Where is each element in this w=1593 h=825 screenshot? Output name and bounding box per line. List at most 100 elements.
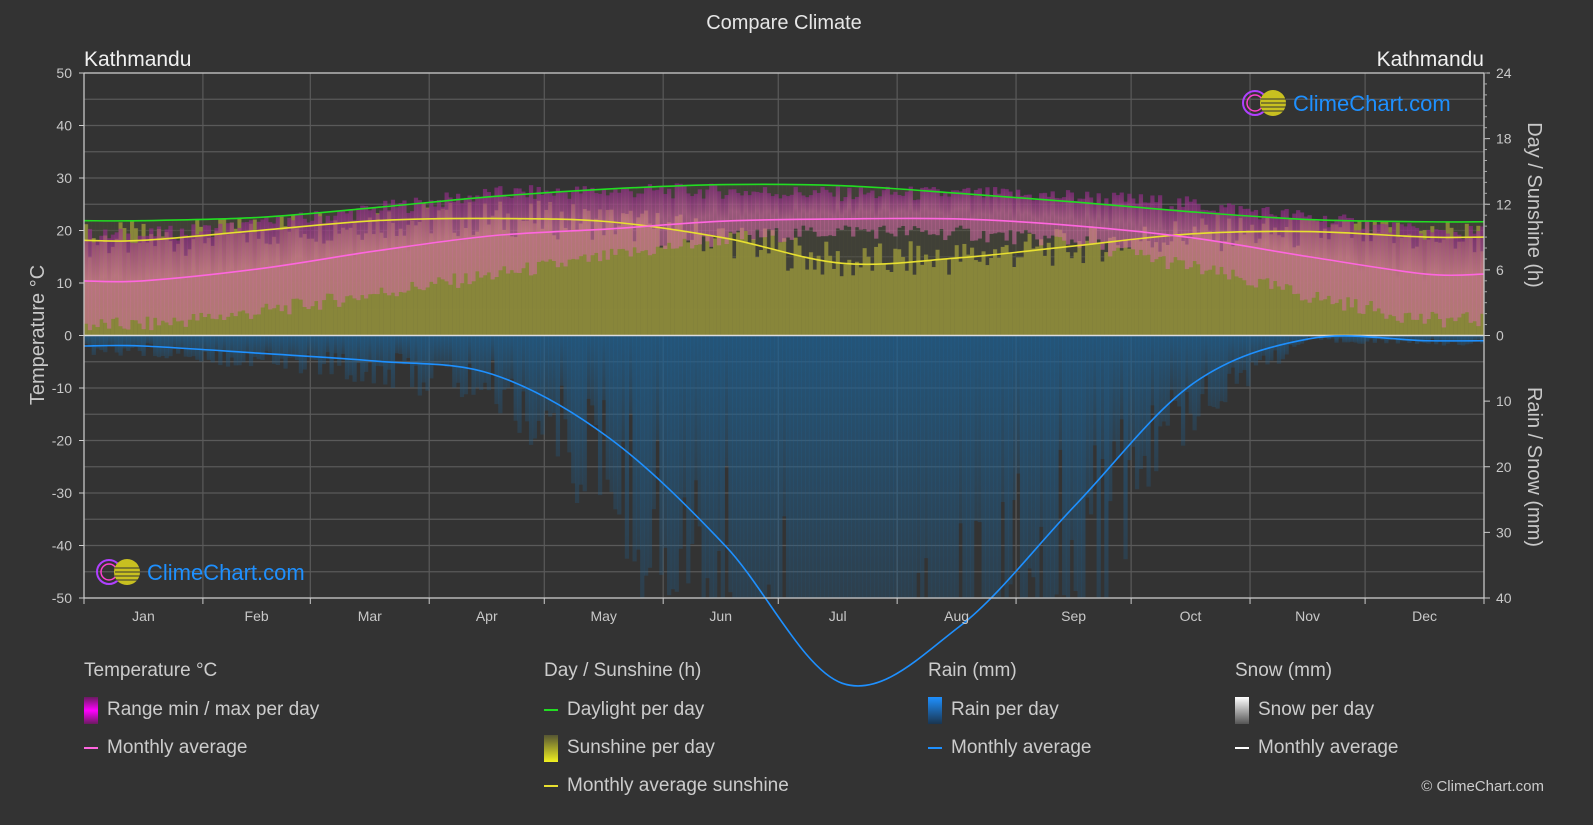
sunshine-bar [1161, 242, 1167, 336]
temp-range-bar [521, 191, 526, 269]
temp-range-bar [893, 191, 898, 237]
temp-range-bar [490, 197, 495, 280]
rain-bar [482, 335, 488, 383]
temp-range-bar [245, 222, 250, 314]
sunshine-bar [682, 231, 687, 336]
temp-range-bar [1234, 215, 1239, 277]
temp-range-bar [463, 197, 468, 274]
temp-range-bar [663, 193, 668, 249]
legend-item-sunshine-avg: Monthly average sunshine [544, 774, 789, 798]
temp-range-bar [724, 195, 729, 245]
sunshine-bar [1012, 266, 1017, 336]
rain-bar [713, 335, 718, 598]
rain-bar [709, 335, 714, 598]
temp-range-bar [655, 189, 660, 247]
sunshine-bar [1065, 252, 1071, 336]
temp-range-bar [667, 188, 672, 243]
rain-bar [935, 335, 940, 598]
rain-avg-line-icon [928, 747, 942, 749]
rain-bar [440, 335, 445, 366]
temp-range-bar [1138, 194, 1144, 250]
rain-bar [1265, 335, 1270, 365]
y-tick-left: -30 [52, 485, 72, 501]
rain-bar [862, 335, 867, 598]
sunshine-bar [1096, 243, 1101, 336]
temp-range-bar [1050, 191, 1055, 236]
temp-range-bar [1315, 220, 1320, 292]
rain-bar [751, 335, 756, 598]
temp-range-bar [785, 196, 791, 238]
temp-range-bar [1388, 232, 1393, 315]
rain-bar [264, 335, 269, 352]
rain-bar [479, 335, 484, 391]
rain-bar [920, 335, 925, 598]
sunshine-bar [904, 270, 910, 336]
temp-range-bar [632, 197, 637, 248]
y-tick-right-hours: 0 [1496, 328, 1504, 344]
temp-range-bar [199, 231, 204, 313]
rain-bar [644, 335, 649, 576]
temp-range-bar [571, 191, 576, 259]
sunshine-bar [713, 238, 718, 336]
sunshine-bar [1058, 229, 1063, 336]
temp-range-swatch-icon [84, 696, 98, 724]
rain-bar [210, 335, 215, 363]
temp-range-bar [954, 190, 959, 228]
sunshine-bar [1042, 255, 1048, 336]
rain-bar [1204, 335, 1209, 377]
temp-range-bar [99, 235, 104, 320]
copyright[interactable]: © ClimeChart.com [1421, 778, 1544, 795]
logo-bottom[interactable]: ClimeChart.com [96, 559, 305, 585]
sunshine-bar [912, 274, 917, 336]
rain-bar [1200, 335, 1205, 395]
temp-range-bar [751, 191, 756, 240]
temp-range-bar [762, 187, 768, 238]
logo-text: ClimeChart.com [147, 560, 305, 585]
rain-bar [824, 335, 829, 598]
rain-bar [402, 335, 407, 365]
rain-bar [597, 335, 603, 496]
temp-range-bar [1434, 229, 1439, 314]
temp-range-bar [808, 195, 814, 228]
temp-range-bar [360, 205, 365, 296]
rain-bar [1434, 335, 1439, 345]
temp-range-bar [601, 189, 607, 251]
legend-item-rain: Rain per day [928, 696, 1091, 724]
rain-bar [1468, 335, 1473, 344]
sunshine-bar [724, 238, 729, 336]
sunshine-bar [977, 261, 982, 336]
temp-range-bar [947, 196, 952, 236]
rain-bar [962, 335, 967, 598]
rain-bar [993, 335, 998, 598]
temp-range-bar [739, 195, 745, 240]
temp-range-bar [812, 190, 818, 232]
sunshine-bar [739, 227, 745, 336]
legend-item-temp-avg: Monthly average [84, 736, 319, 760]
temp-range-bar [459, 203, 465, 284]
temp-range-bar [525, 197, 530, 263]
temp-range-bar [555, 188, 561, 268]
rain-bar [678, 335, 683, 549]
sunshine-bar [785, 270, 791, 336]
temp-range-bar [425, 208, 430, 288]
logo-top[interactable]: ClimeChart.com [1242, 90, 1451, 116]
sunshine-bar [747, 243, 752, 336]
rain-bar [548, 335, 553, 417]
temp-range-bar [498, 186, 503, 271]
rain-bar [256, 335, 261, 360]
temp-range-bar [103, 229, 108, 323]
rain-bar [766, 335, 771, 585]
rain-bar [532, 335, 538, 439]
rain-bar [970, 335, 975, 598]
rain-bar [674, 335, 679, 592]
rain-bar [1280, 335, 1285, 360]
sunshine-bar [1131, 239, 1136, 336]
rain-bar [812, 335, 818, 598]
rain-bar [429, 335, 434, 379]
rain-bar [931, 335, 936, 598]
rain-bar [1150, 335, 1155, 406]
sunshine-bar [659, 247, 664, 336]
sunshine-bar [939, 259, 944, 336]
rain-bar [808, 335, 814, 598]
x-tick-month: Aug [944, 608, 969, 624]
